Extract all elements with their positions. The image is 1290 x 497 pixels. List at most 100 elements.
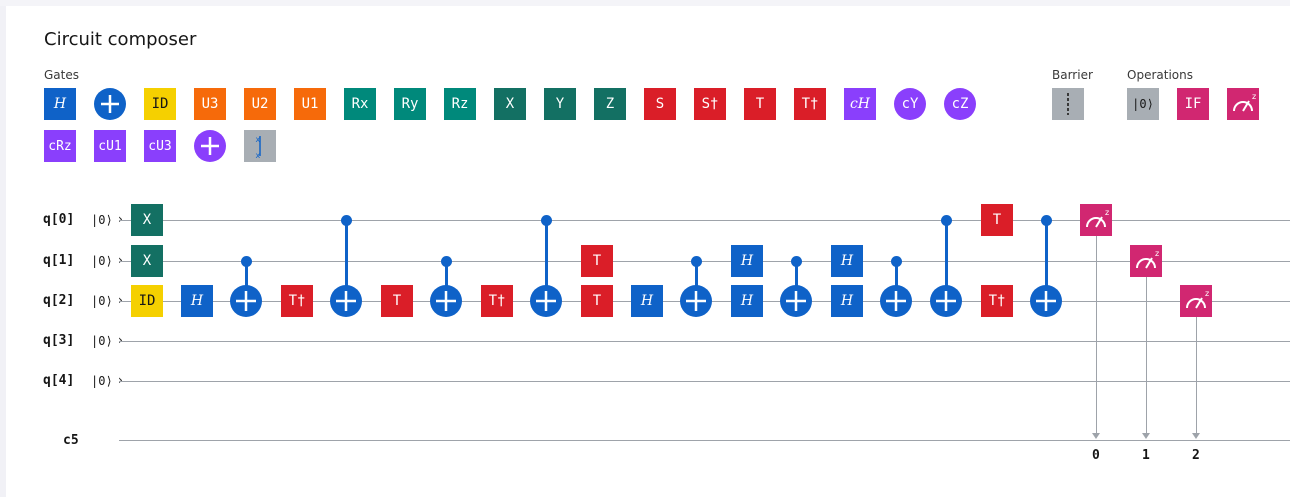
gate-label: H — [53, 96, 67, 112]
measure-arrow — [1092, 433, 1100, 439]
palette-cy-gate[interactable]: cY — [894, 88, 926, 120]
control-dot[interactable] — [541, 215, 552, 226]
control-dot[interactable] — [441, 256, 452, 267]
gate-label: H — [190, 293, 204, 309]
palette-s-gate[interactable]: S — [644, 88, 676, 120]
gate-label: ID — [151, 96, 169, 112]
page-title: Circuit composer — [44, 29, 197, 50]
gates-section-label: Gates — [44, 68, 79, 82]
barrier-icon — [1067, 93, 1069, 115]
palette-crz-gate[interactable]: cRz — [44, 130, 76, 162]
gate-label: T — [592, 253, 602, 269]
circuit-cnot-target[interactable] — [930, 285, 962, 317]
circuit-tdg-gate[interactable]: T† — [281, 285, 313, 317]
circuit-cnot-target[interactable] — [430, 285, 462, 317]
qubit-label: q[0] — [43, 212, 75, 227]
control-dot[interactable] — [791, 256, 802, 267]
gate-label: U2 — [251, 96, 269, 112]
chevron-right-icon[interactable]: › — [118, 373, 123, 387]
qubit-label: q[1] — [43, 253, 75, 268]
palette-u3-gate[interactable]: U3 — [194, 88, 226, 120]
gate-label: cH — [849, 96, 871, 112]
control-dot[interactable] — [341, 215, 352, 226]
gate-label: H — [640, 293, 654, 309]
gate-label: cZ — [951, 96, 969, 112]
circuit-x-gate[interactable]: X — [131, 245, 163, 277]
palette-u2-gate[interactable]: U2 — [244, 88, 276, 120]
qubit-label: q[2] — [43, 293, 75, 308]
measure-icon: z — [1086, 208, 1109, 228]
palette-cu1-gate[interactable]: cU1 — [94, 130, 126, 162]
palette-if-op[interactable]: IF — [1177, 88, 1209, 120]
circuit-h-gate[interactable]: H — [181, 285, 213, 317]
circuit-cnot-target[interactable] — [230, 285, 262, 317]
palette-u1-gate[interactable]: U1 — [294, 88, 326, 120]
palette-cz-gate[interactable]: cZ — [944, 88, 976, 120]
control-dot[interactable] — [1041, 215, 1052, 226]
palette-reset-op[interactable]: |0⟩ — [1127, 88, 1159, 120]
palette-id-gate[interactable]: ID — [144, 88, 176, 120]
palette-swap-gate[interactable]: xx — [244, 130, 276, 162]
palette-cu3-gate[interactable]: cU3 — [144, 130, 176, 162]
gate-label: U1 — [301, 96, 319, 112]
circuit-measure-q2[interactable]: z — [1180, 285, 1212, 317]
measure-arrow — [1142, 433, 1150, 439]
qubit-wire-q0 — [119, 220, 1290, 221]
circuit-tdg-gate[interactable]: T† — [481, 285, 513, 317]
circuit-cnot-target[interactable] — [1030, 285, 1062, 317]
gate-label: H — [740, 293, 754, 309]
control-dot[interactable] — [241, 256, 252, 267]
circuit-measure-q1[interactable]: z — [1130, 245, 1162, 277]
classical-bit-label: 0 — [1092, 448, 1100, 463]
palette-barrier-gate[interactable] — [1052, 88, 1084, 120]
circuit-tdg-gate[interactable]: T† — [981, 285, 1013, 317]
classical-wire — [119, 440, 1290, 441]
circuit-h-gate[interactable]: H — [731, 245, 763, 277]
circuit-measure-q0[interactable]: z — [1080, 204, 1112, 236]
circuit-x-gate[interactable]: X — [131, 204, 163, 236]
circuit-cnot-target[interactable] — [880, 285, 912, 317]
palette-cnot-gate[interactable] — [94, 88, 126, 120]
chevron-right-icon[interactable]: › — [118, 333, 123, 347]
circuit-id-gate[interactable]: ID — [131, 285, 163, 317]
control-dot[interactable] — [691, 256, 702, 267]
chevron-right-icon[interactable]: › — [118, 253, 123, 267]
circuit-cnot-target[interactable] — [680, 285, 712, 317]
circuit-cnot-target[interactable] — [330, 285, 362, 317]
gate-label: H — [840, 253, 854, 269]
measure-link — [1146, 276, 1147, 434]
circuit-cnot-target[interactable] — [780, 285, 812, 317]
palette-ry-gate[interactable]: Ry — [394, 88, 426, 120]
palette-z-gate[interactable]: Z — [594, 88, 626, 120]
palette-y-gate[interactable]: Y — [544, 88, 576, 120]
palette-ch-gate[interactable]: cH — [844, 88, 876, 120]
plus-icon — [786, 291, 806, 311]
gate-label: U3 — [201, 96, 219, 112]
circuit-t-gate[interactable]: T — [581, 285, 613, 317]
palette-sdg-gate[interactable]: S† — [694, 88, 726, 120]
control-dot[interactable] — [891, 256, 902, 267]
palette-h-gate[interactable]: H — [44, 88, 76, 120]
control-dot[interactable] — [941, 215, 952, 226]
chevron-right-icon[interactable]: › — [118, 212, 123, 226]
circuit-t-gate[interactable]: T — [981, 204, 1013, 236]
circuit-t-gate[interactable]: T — [581, 245, 613, 277]
palette-toffoli-gate[interactable] — [194, 130, 226, 162]
classical-register-label: c5 — [63, 433, 79, 448]
circuit-h-gate[interactable]: H — [631, 285, 663, 317]
palette-measure-op[interactable]: z — [1227, 88, 1259, 120]
chevron-right-icon[interactable]: › — [118, 293, 123, 307]
circuit-h-gate[interactable]: H — [831, 245, 863, 277]
circuit-t-gate[interactable]: T — [381, 285, 413, 317]
circuit-cnot-target[interactable] — [530, 285, 562, 317]
palette-t-gate[interactable]: T — [744, 88, 776, 120]
palette-tdg-gate[interactable]: T† — [794, 88, 826, 120]
circuit-h-gate[interactable]: H — [731, 285, 763, 317]
measure-link — [1196, 316, 1197, 434]
palette-rx-gate[interactable]: Rx — [344, 88, 376, 120]
palette-rz-gate[interactable]: Rz — [444, 88, 476, 120]
qubit-label: q[3] — [43, 333, 75, 348]
palette-x-gate[interactable]: X — [494, 88, 526, 120]
gate-label: Rz — [451, 96, 469, 112]
circuit-h-gate[interactable]: H — [831, 285, 863, 317]
